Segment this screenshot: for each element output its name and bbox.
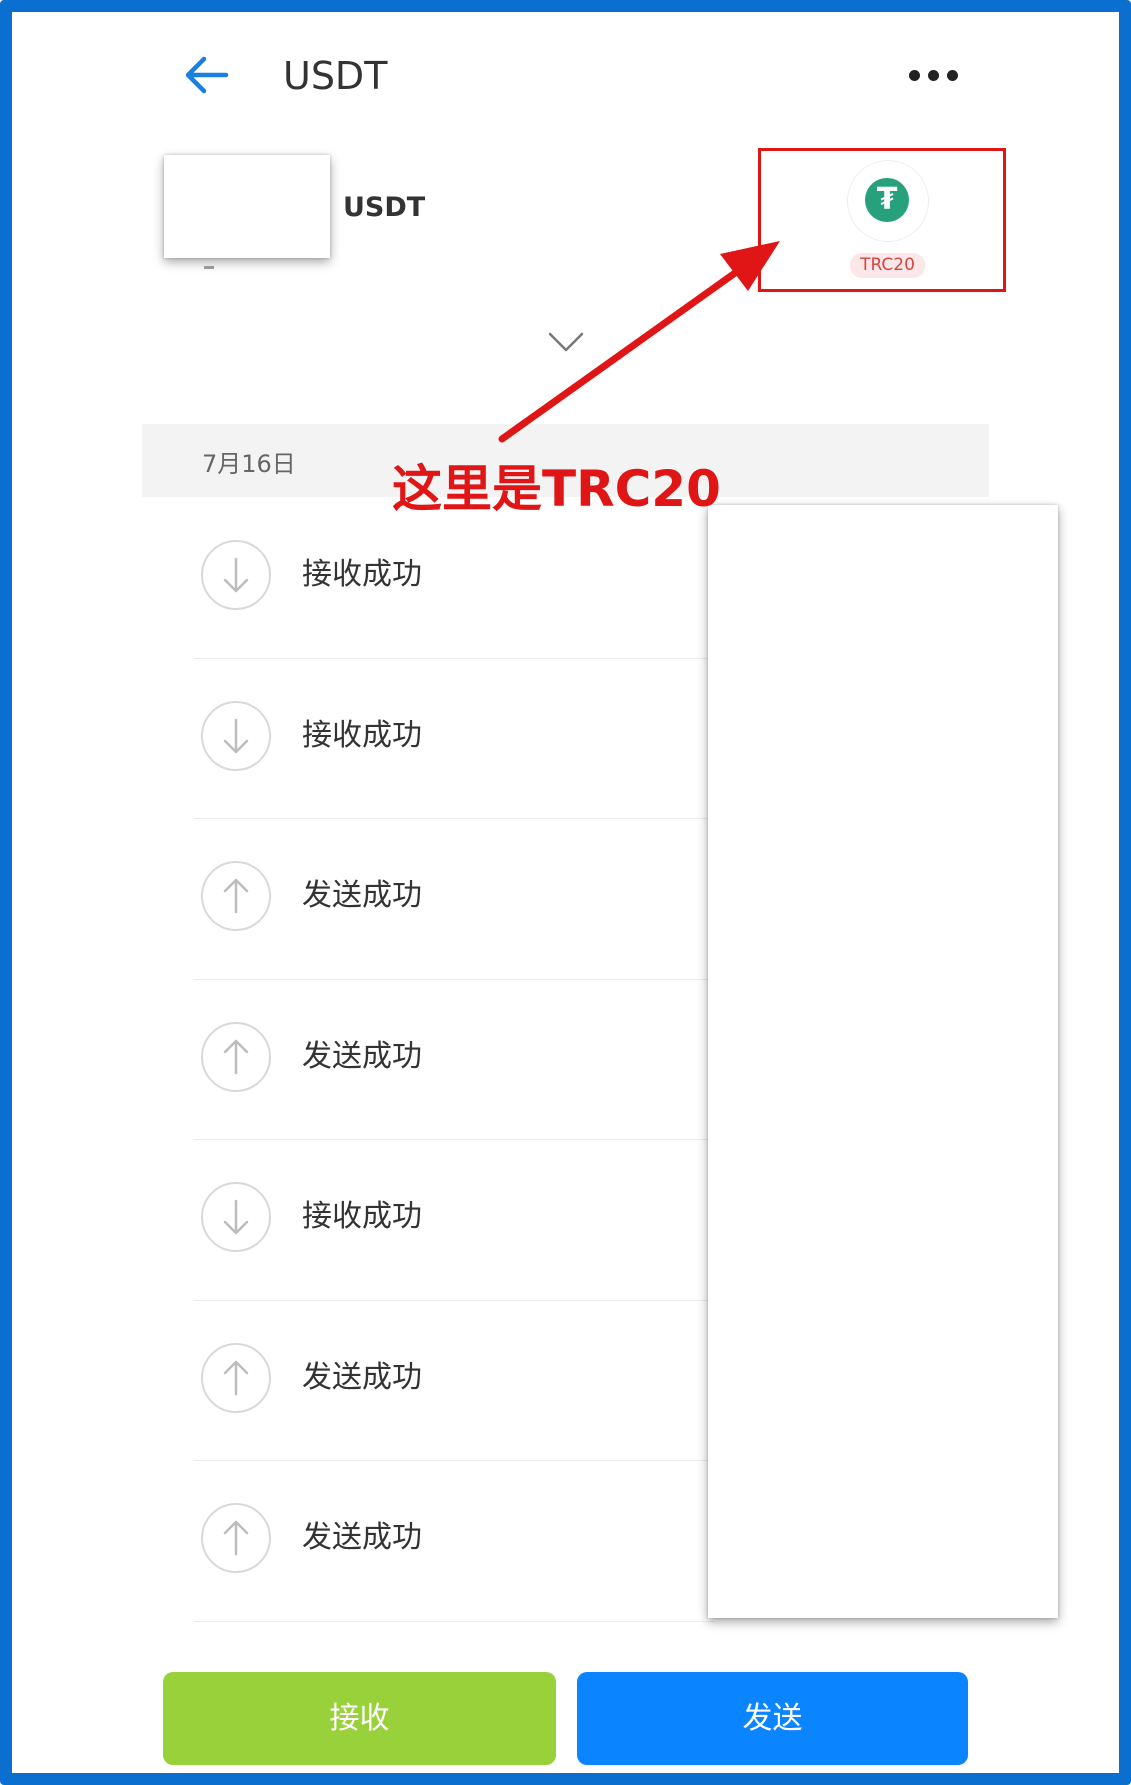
redacted-amounts-panel [708,505,1058,1618]
page-title: USDT [283,54,388,98]
transaction-row[interactable]: 接收成功 [194,658,714,818]
transaction-status-label: 接收成功 [302,557,422,592]
asset-sub-value [204,266,214,269]
transaction-status-label: 发送成功 [302,1520,422,1555]
transaction-row[interactable]: 发送成功 [194,818,714,978]
back-arrow-icon[interactable] [182,52,232,98]
transaction-status-label: 接收成功 [302,1199,422,1234]
arrow-up-icon [201,861,271,931]
annotation-text: 这里是TRC20 [392,460,721,518]
arrow-up-icon [201,1021,271,1092]
transaction-row[interactable]: 发送成功 [194,1300,714,1460]
app-frame: USDT USDT ₮ TRC20 7月16日 接收成功 接收成功 发送成功 发送成功… [0,0,1131,1785]
transaction-row[interactable]: 接收成功 [194,1139,714,1299]
chevron-down-icon[interactable] [548,330,584,354]
row-divider [194,1621,714,1622]
arrow-down-icon [201,700,271,771]
date-label: 7月16日 [202,450,296,478]
arrow-down-icon [201,540,271,610]
arrow-up-icon [201,1503,271,1573]
send-button[interactable]: 发送 [577,1672,968,1765]
transaction-row[interactable]: 发送成功 [194,979,714,1139]
transaction-status-label: 发送成功 [302,1359,422,1395]
arrow-up-icon [201,1342,271,1413]
transaction-row[interactable]: 发送成功 [194,1460,714,1620]
annotation-highlight-box [758,148,1006,292]
receive-button[interactable]: 接收 [163,1672,556,1765]
redacted-asset-balance [164,155,330,258]
arrow-down-icon [201,1182,271,1252]
transaction-status-label: 发送成功 [302,1038,422,1074]
asset-name: USDT [343,192,426,223]
transaction-status-label: 接收成功 [302,717,422,753]
more-icon[interactable] [905,64,963,86]
transaction-status-label: 发送成功 [302,878,422,913]
